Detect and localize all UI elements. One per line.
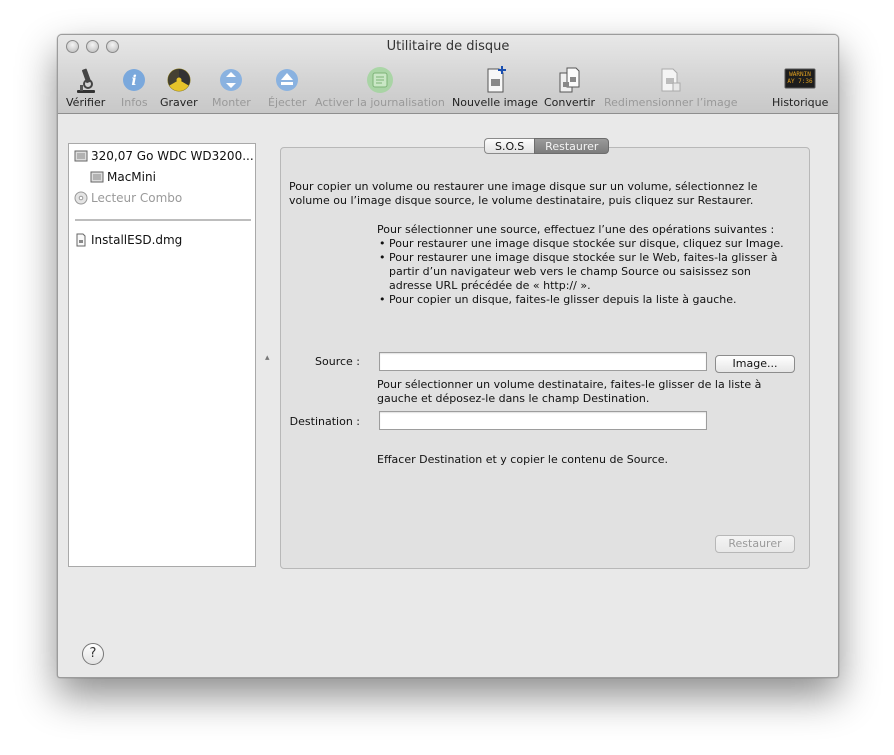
destination-label: Destination : (289, 415, 360, 428)
source-label: Source : (315, 355, 360, 368)
restore-intro-text: Pour copier un volume ou restaurer une i… (289, 180, 758, 207)
microscope-icon (66, 65, 105, 95)
sidebar-item-macmini[interactable]: MacMini (90, 170, 156, 187)
destination-help-text: Pour sélectionner un volume destinataire… (377, 378, 762, 405)
info-icon: i (121, 65, 148, 95)
erase-destination-text: Effacer Destination et y copier le conte… (377, 453, 669, 466)
sidebar-item-label: MacMini (107, 170, 156, 184)
toolbar-label: Infos (121, 96, 148, 109)
new-image-icon (452, 65, 538, 95)
sidebar-item-label: InstallESD.dmg (91, 233, 183, 247)
journal-icon (315, 65, 445, 95)
svg-text:i: i (132, 73, 137, 89)
eject-icon (268, 65, 306, 95)
sidebar-item-optical-drive[interactable]: Lecteur Combo (74, 191, 182, 208)
toolbar-label: Nouvelle image (452, 96, 538, 109)
tab-bar: S.O.S Restaurer (484, 138, 610, 154)
mount-icon (212, 65, 251, 95)
toolbar-convert-button[interactable]: Convertir (544, 65, 595, 109)
toolbar-label: Activer la journalisation (315, 96, 445, 109)
source-help: Pour sélectionner une source, effectuez … (377, 223, 797, 307)
optical-drive-icon (74, 191, 88, 208)
tab-restore[interactable]: Restaurer (534, 138, 610, 154)
window-title: Utilitaire de disque (386, 39, 510, 54)
toolbar-label: Éjecter (268, 96, 307, 109)
volume-icon (90, 170, 104, 187)
image-button[interactable]: Image... (715, 355, 795, 373)
destination-field[interactable] (379, 411, 707, 430)
toolbar-label: Convertir (544, 96, 596, 109)
toolbar-info-button[interactable]: i Infos (121, 65, 148, 109)
convert-icon (544, 65, 595, 95)
resize-image-icon (604, 65, 737, 95)
hard-disk-icon (74, 149, 88, 166)
sidebar-item-hard-disk[interactable]: 320,07 Go WDC WD3200... (74, 149, 254, 166)
sidebar-item-label: Lecteur Combo (91, 191, 183, 205)
restore-button[interactable]: Restaurer (715, 535, 795, 553)
disk-utility-window: Utilitaire de disque Vérifier i Infos Gr… (57, 34, 839, 678)
toolbar-eject-button[interactable]: Éjecter (268, 65, 306, 109)
source-help-list: Pour restaurer une image disque stockée … (377, 237, 797, 307)
toolbar-new-image-button[interactable]: Nouvelle image (452, 65, 538, 109)
toolbar-label: Monter (212, 96, 251, 109)
toolbar-label: Redimensionner l’image (604, 96, 738, 109)
toolbar: Utilitaire de disque Vérifier i Infos Gr… (58, 35, 838, 114)
toolbar-log-button[interactable]: WARNIN AY 7:36 Historique (772, 65, 828, 109)
sidebar-item-install-esd[interactable]: InstallESD.dmg (74, 233, 182, 250)
toolbar-label: Historique (772, 96, 829, 109)
source-help-item: Pour copier un disque, faites-le glisser… (377, 293, 797, 307)
log-icon-line-2: AY 7:36 (788, 78, 814, 85)
toolbar-label: Graver (160, 96, 198, 109)
toolbar-verify-button[interactable]: Vérifier (66, 65, 105, 109)
disk-list-sidebar[interactable]: 320,07 Go WDC WD3200... MacMini Lecteur … (68, 143, 256, 567)
tab-sos[interactable]: S.O.S (484, 138, 535, 154)
source-help-title: Pour sélectionner une source, effectuez … (377, 223, 775, 236)
burn-icon (160, 65, 198, 95)
split-view-handle[interactable]: ▴ (265, 353, 270, 363)
log-icon: WARNIN AY 7:36 (772, 65, 828, 95)
source-field[interactable] (379, 352, 707, 371)
toolbar-resize-image-button[interactable]: Redimensionner l’image (604, 65, 737, 109)
source-help-item: Pour restaurer une image disque stockée … (377, 251, 797, 293)
sidebar-item-label: 320,07 Go WDC WD3200... (91, 149, 254, 163)
help-button[interactable]: ? (82, 643, 104, 665)
toolbar-journaling-button[interactable]: Activer la journalisation (315, 65, 445, 109)
log-icon-line-1: WARNIN (789, 71, 811, 78)
toolbar-mount-button[interactable]: Monter (212, 65, 251, 109)
disk-image-icon (74, 233, 88, 250)
toolbar-burn-button[interactable]: Graver (160, 65, 198, 109)
source-help-item: Pour restaurer une image disque stockée … (377, 237, 797, 251)
toolbar-label: Vérifier (66, 96, 106, 109)
sidebar-separator (75, 219, 251, 221)
